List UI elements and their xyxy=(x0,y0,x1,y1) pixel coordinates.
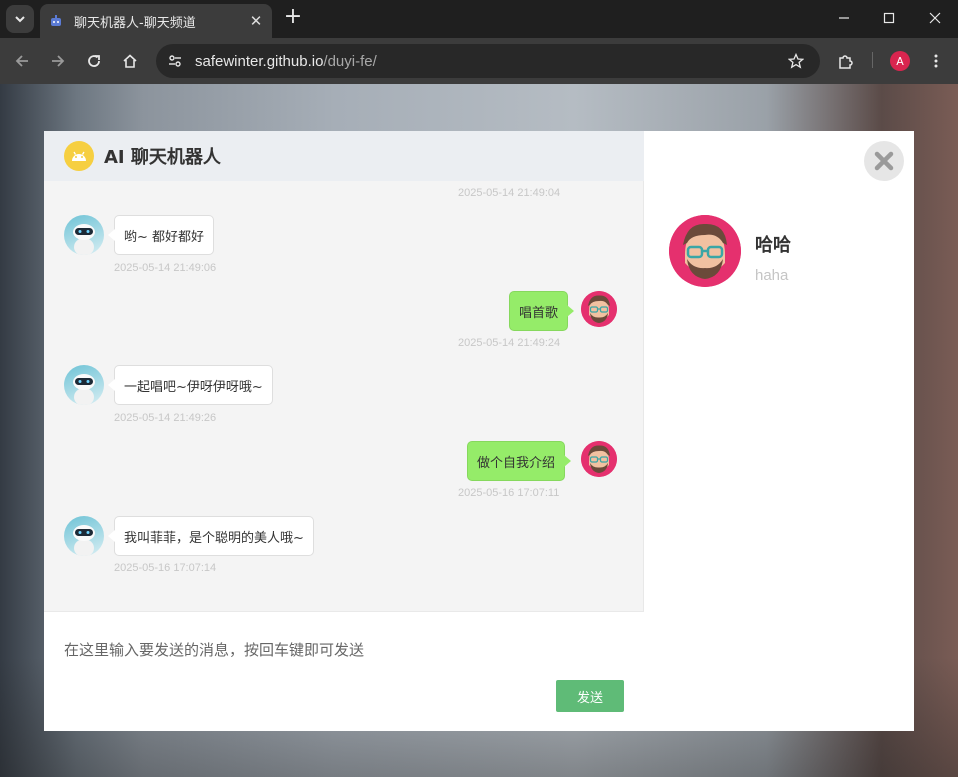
tab-search-button[interactable] xyxy=(6,5,34,33)
close-icon[interactable] xyxy=(864,141,904,181)
profile-login-id: haha xyxy=(755,267,789,284)
bot-avatar xyxy=(64,215,104,255)
extensions-puzzle-icon[interactable] xyxy=(834,49,858,73)
reload-icon[interactable] xyxy=(82,49,106,73)
robot-favicon-icon xyxy=(48,13,64,29)
forward-arrow-icon[interactable] xyxy=(46,49,70,73)
bot-avatar xyxy=(64,516,104,556)
bot-message-bubble: 我叫菲菲，是个聪明的美人哦~ xyxy=(108,516,314,556)
browser-tab-bar: 聊天机器人-聊天频道 ✕ + xyxy=(0,0,958,38)
home-icon[interactable] xyxy=(118,49,142,73)
bot-message-bubble: 哟~ 都好都好 xyxy=(107,215,215,255)
send-button[interactable]: 发送 xyxy=(556,680,624,712)
bot-message-bubble: 一起唱吧~伊呀伊呀哦~ xyxy=(108,365,273,405)
message-input[interactable] xyxy=(64,630,624,670)
site-info-icon[interactable] xyxy=(165,51,185,71)
url-path: /duyi-fe/ xyxy=(323,52,377,70)
bot-avatar xyxy=(64,365,104,405)
chat-dialog: AI 聊天机器人 2025-05-14 21:49:04 哟~ 都好都好 202… xyxy=(44,131,914,731)
bookmark-star-icon[interactable] xyxy=(786,51,806,71)
toolbar-divider xyxy=(872,52,873,68)
message-timestamp: 2025-05-14 21:49:04 xyxy=(458,187,561,199)
message-timestamp: 2025-05-16 17:07:11 xyxy=(458,487,560,499)
minimize-window-icon[interactable] xyxy=(832,6,856,30)
profile-avatar[interactable]: A xyxy=(888,49,912,73)
user-message-bubble: 做个自我介绍 xyxy=(467,441,572,481)
chat-header: AI 聊天机器人 xyxy=(44,131,644,181)
profile-name: 哈哈 xyxy=(755,235,791,256)
message-timestamp: 2025-05-14 21:49:24 xyxy=(458,337,561,349)
tab-title: 聊天机器人-聊天频道 xyxy=(74,15,196,31)
message-timestamp: 2025-05-14 21:49:06 xyxy=(114,262,217,274)
address-bar[interactable]: safewinter.github.io/duyi-fe/ xyxy=(156,44,820,78)
android-logo-icon xyxy=(64,141,94,171)
close-window-icon[interactable] xyxy=(923,6,947,30)
chevron-down-icon xyxy=(15,16,25,23)
user-profile-panel: 哈哈 haha xyxy=(644,131,914,731)
message-timestamp: 2025-05-16 17:07:14 xyxy=(114,562,217,574)
message-timestamp: 2025-05-14 21:49:26 xyxy=(114,412,217,424)
profile-avatar-large xyxy=(669,215,741,287)
user-message-bubble: 唱首歌 xyxy=(509,291,575,331)
user-avatar xyxy=(581,441,617,477)
browser-toolbar: safewinter.github.io/duyi-fe/ A xyxy=(0,38,958,84)
more-menu-icon[interactable] xyxy=(924,49,948,73)
active-tab[interactable]: 聊天机器人-聊天频道 ✕ xyxy=(40,4,272,38)
message-composer: 发送 xyxy=(44,611,644,731)
url-host: safewinter.github.io xyxy=(195,52,324,70)
new-tab-button[interactable]: + xyxy=(282,6,304,28)
chat-panel: AI 聊天机器人 2025-05-14 21:49:04 哟~ 都好都好 202… xyxy=(44,131,644,731)
tab-close-icon[interactable]: ✕ xyxy=(248,12,264,30)
user-avatar xyxy=(581,291,617,327)
url-text: safewinter.github.io/duyi-fe/ xyxy=(195,53,377,70)
page-background: AI 聊天机器人 2025-05-14 21:49:04 哟~ 都好都好 202… xyxy=(0,84,958,777)
profile-initial: A xyxy=(890,51,910,71)
maximize-window-icon[interactable] xyxy=(877,6,901,30)
message-list[interactable]: 2025-05-14 21:49:04 哟~ 都好都好 2025-05-14 2… xyxy=(44,181,644,611)
chat-title: AI 聊天机器人 xyxy=(104,147,221,168)
back-arrow-icon[interactable] xyxy=(10,49,34,73)
